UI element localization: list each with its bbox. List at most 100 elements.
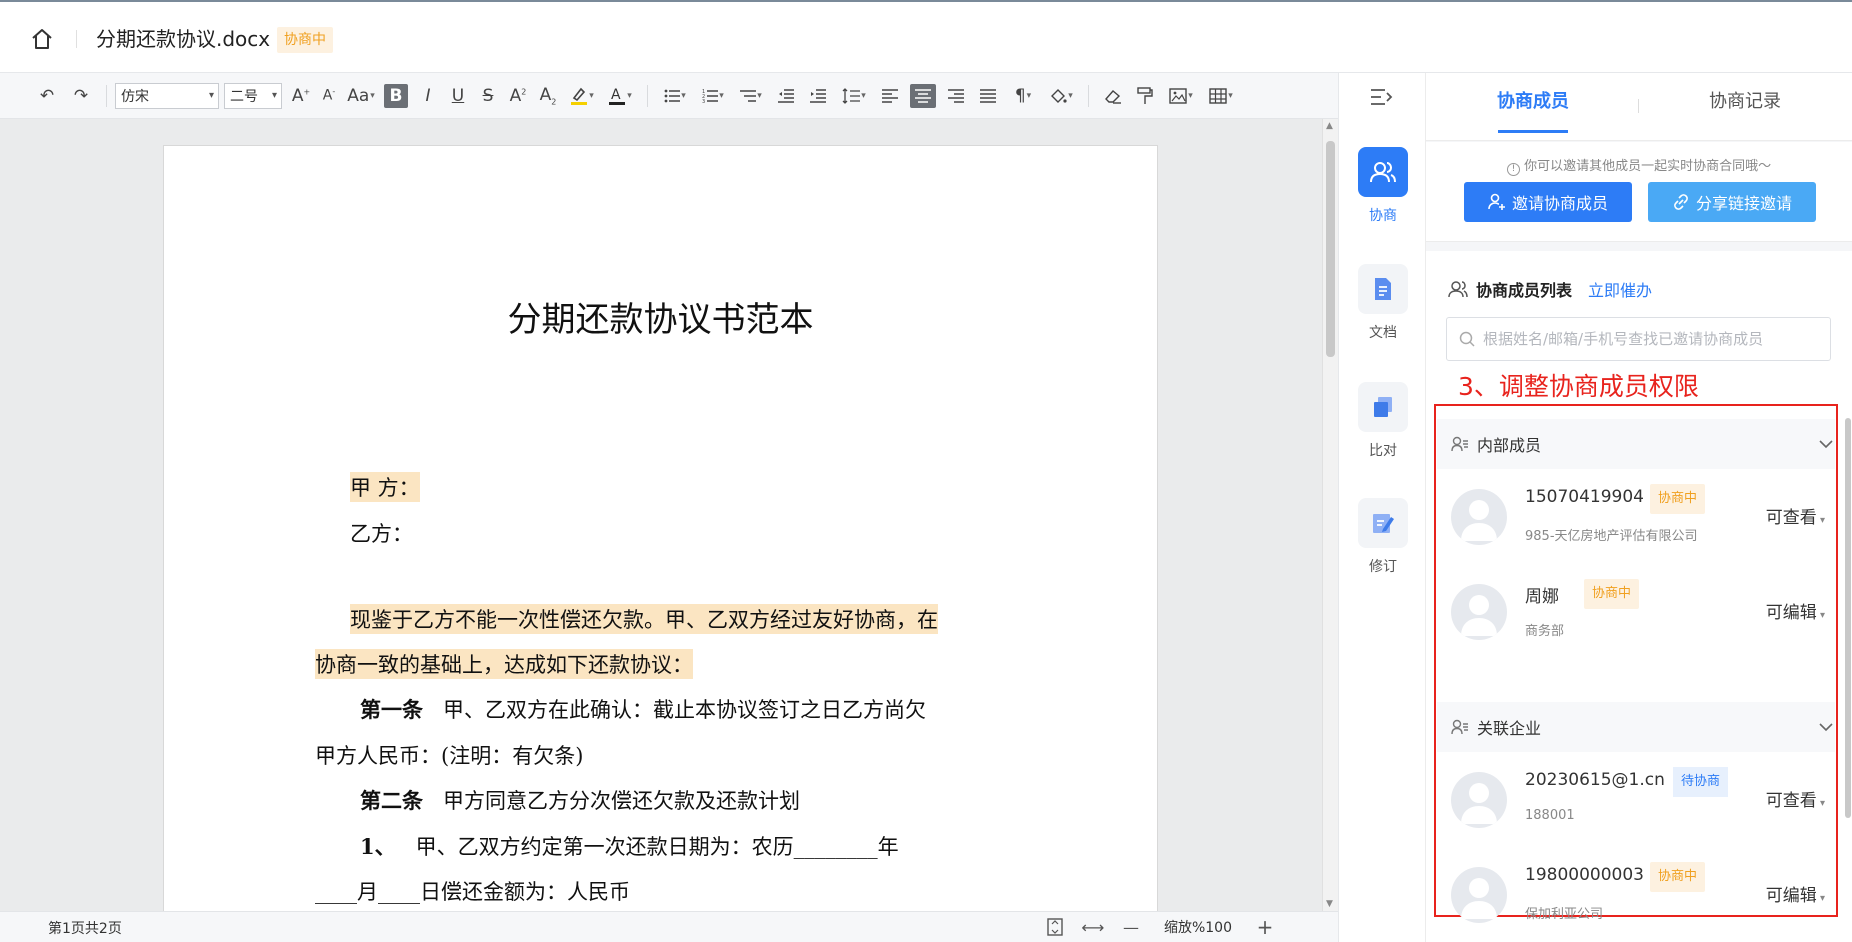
active-tab-indicator: [1498, 130, 1568, 133]
font-size-select[interactable]: 二号 ▾: [224, 82, 282, 109]
fit-page-button[interactable]: [1040, 915, 1070, 939]
italic-button[interactable]: I: [413, 81, 443, 111]
fit-width-button[interactable]: ⟷: [1078, 915, 1108, 939]
numbered-list-button[interactable]: 123: [694, 81, 732, 111]
member-group-icon: [1451, 436, 1468, 452]
document-canvas[interactable]: 分期还款协议书范本 甲 方： 乙方： 现鉴于乙方不能一次性偿还欠款。甲、乙双方经…: [0, 119, 1322, 911]
align-center-button[interactable]: [910, 83, 936, 108]
collapse-panel-button[interactable]: [1369, 87, 1397, 109]
insert-image-button[interactable]: [1161, 81, 1201, 111]
group-header-affiliated[interactable]: 关联企业: [1437, 702, 1835, 752]
member-org: 保加利亚公司: [1525, 907, 1604, 922]
minus-icon: —: [1122, 917, 1139, 937]
home-icon: [32, 29, 52, 49]
align-right-button[interactable]: [940, 81, 972, 111]
info-icon: !: [1506, 163, 1520, 176]
zoom-in-button[interactable]: +: [1250, 915, 1280, 939]
invite-hint-text: 你可以邀请其他成员一起实时协商合同哦～: [1524, 159, 1772, 174]
home-button[interactable]: [26, 24, 58, 54]
status-bar: 第1页共2页 ⟷ — 缩放%100 +: [0, 911, 1338, 942]
tab-members[interactable]: 协商成员: [1497, 87, 1569, 117]
bold-button[interactable]: B: [384, 83, 408, 108]
permission-dropdown[interactable]: 可编辑: [1766, 881, 1825, 906]
member-list-section: 协商成员列表 立即催办 3、调整协商成员权限 内部成员 15070419904 …: [1426, 251, 1852, 942]
toolbar-divider: [1088, 84, 1089, 107]
member-status-badge: 协商中: [1584, 579, 1640, 609]
justify-button[interactable]: [972, 81, 1004, 111]
paragraph-marks-button[interactable]: ¶: [1004, 81, 1042, 111]
search-icon: [1459, 331, 1475, 347]
font-family-value: 仿宋: [121, 88, 149, 105]
nav-label: 比对: [1369, 443, 1397, 459]
undo-button[interactable]: ↶: [30, 81, 64, 111]
article-2-label: 第二条: [360, 788, 423, 813]
subscript-icon: A2: [539, 84, 557, 107]
strikethrough-icon: S: [482, 85, 494, 106]
member-row[interactable]: 19800000003 协商中 保加利亚公司 可编辑: [1437, 849, 1835, 939]
nav-item-revise[interactable]: 修订: [1339, 498, 1427, 576]
multilevel-list-icon: [740, 89, 757, 102]
invite-hint: ! 你可以邀请其他成员一起实时协商合同哦～: [1426, 155, 1852, 176]
align-left-button[interactable]: [874, 81, 906, 111]
nav-item-document[interactable]: 文档: [1339, 264, 1427, 342]
strikethrough-button[interactable]: S: [473, 81, 503, 111]
invite-member-button[interactable]: 邀请协商成员: [1464, 182, 1632, 222]
nav-item-negotiate[interactable]: 协商: [1339, 147, 1427, 225]
superscript-button[interactable]: A2: [503, 81, 533, 111]
format-painter-icon: [1137, 86, 1153, 104]
line-spacing-button[interactable]: [834, 81, 874, 111]
share-link-button[interactable]: 分享链接邀请: [1648, 182, 1816, 222]
chevron-down-icon: ▾: [271, 90, 277, 101]
insert-table-button[interactable]: [1201, 81, 1241, 111]
table-icon: [1209, 87, 1227, 104]
fit-width-icon: ⟷: [1081, 917, 1105, 937]
decrease-font-button[interactable]: A-: [315, 81, 343, 111]
nav-label: 协商: [1369, 208, 1397, 224]
member-row[interactable]: 周娜 协商中 商务部 可编辑: [1437, 566, 1835, 656]
member-row[interactable]: 15070419904 协商中 985-天亿房地产评估有限公司 可查看: [1437, 471, 1835, 561]
redo-button[interactable]: ↷: [64, 81, 98, 111]
permission-dropdown[interactable]: 可查看: [1766, 786, 1825, 811]
clear-format-button[interactable]: [1097, 81, 1129, 111]
permission-dropdown[interactable]: 可查看: [1766, 503, 1825, 528]
bullet-list-button[interactable]: [656, 81, 694, 111]
increase-indent-button[interactable]: [802, 81, 834, 111]
member-org: 985-天亿房地产评估有限公司: [1525, 529, 1698, 544]
font-color-button[interactable]: A: [601, 81, 639, 111]
member-name: 15070419904: [1525, 487, 1644, 507]
zoom-out-button[interactable]: —: [1116, 915, 1146, 939]
document-page[interactable]: 分期还款协议书范本 甲 方： 乙方： 现鉴于乙方不能一次性偿还欠款。甲、乙双方经…: [163, 145, 1158, 911]
font-decrease-icon: A-: [322, 87, 336, 104]
format-painter-button[interactable]: [1129, 81, 1161, 111]
document-scrollbar[interactable]: ▲ ▼: [1322, 119, 1338, 911]
item-1-line-2: ____月____日偿还金额为：人民币: [315, 880, 630, 904]
permission-dropdown[interactable]: 可编辑: [1766, 598, 1825, 623]
multilevel-list-button[interactable]: [732, 81, 770, 111]
member-row[interactable]: 20230615@1.cn 待协商 188001 可查看: [1437, 754, 1835, 844]
panel-scrollbar[interactable]: [1845, 418, 1851, 818]
scrollbar-thumb[interactable]: [1326, 141, 1335, 357]
urge-now-link[interactable]: 立即催办: [1588, 277, 1652, 301]
scroll-up-icon[interactable]: ▲: [1326, 121, 1333, 131]
subscript-button[interactable]: A2: [533, 81, 563, 111]
member-search-box[interactable]: [1446, 317, 1831, 361]
shading-button[interactable]: [1042, 81, 1080, 111]
item-1-line: 1、 甲、乙双方约定第一次还款日期为：农历________年: [360, 831, 899, 861]
member-search-input[interactable]: [1483, 330, 1823, 348]
group-header-internal[interactable]: 内部成员: [1437, 419, 1835, 469]
font-family-select[interactable]: 仿宋 ▾: [115, 82, 219, 109]
article-1-line-2: 甲方人民币：(注明：有欠条): [315, 744, 584, 768]
increase-font-button[interactable]: A+: [287, 81, 315, 111]
avatar: [1451, 867, 1507, 923]
bold-icon: B: [389, 85, 403, 106]
indent-icon: [810, 88, 826, 103]
decrease-indent-button[interactable]: [770, 81, 802, 111]
tab-records[interactable]: 协商记录: [1709, 87, 1781, 117]
member-status-badge: 协商中: [1650, 862, 1706, 892]
underline-button[interactable]: U: [443, 81, 473, 111]
change-case-button[interactable]: Aa: [343, 81, 379, 111]
scroll-down-icon[interactable]: ▼: [1326, 899, 1333, 909]
nav-label: 文档: [1369, 325, 1397, 341]
highlight-color-button[interactable]: [563, 81, 601, 111]
nav-item-compare[interactable]: 比对: [1339, 382, 1427, 460]
